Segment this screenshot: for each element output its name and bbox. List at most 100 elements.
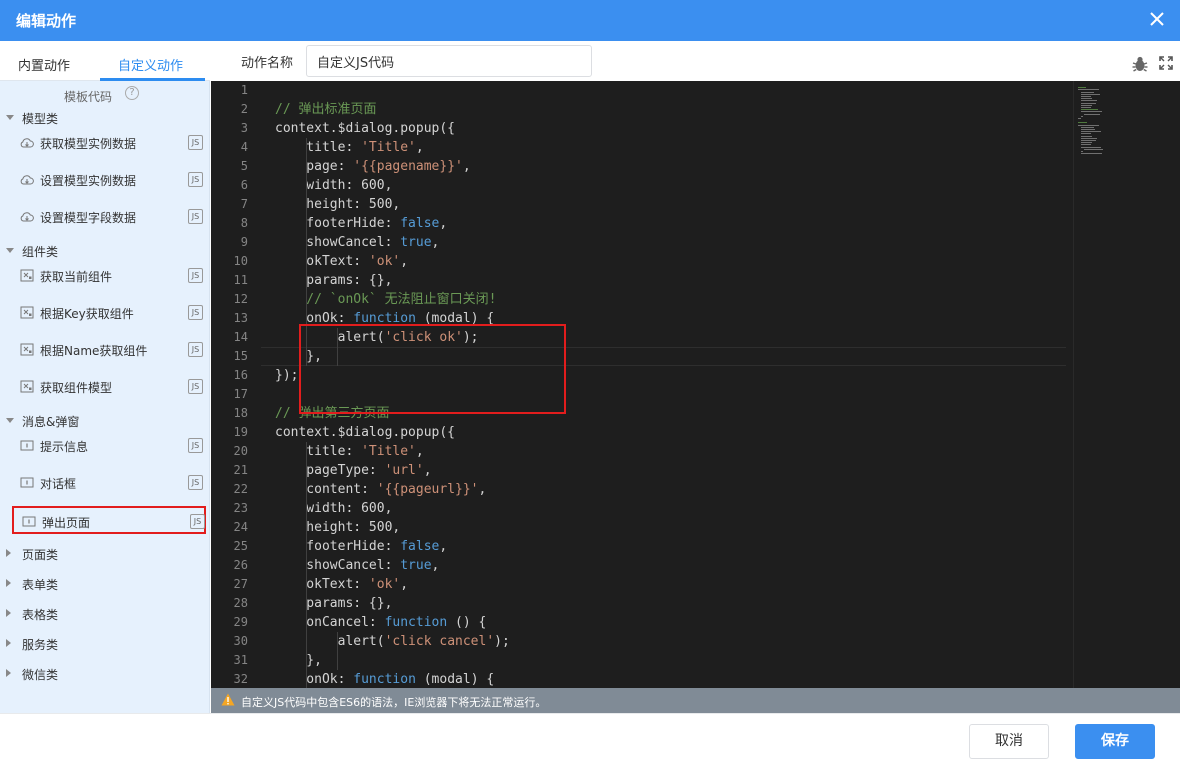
save-button[interactable]: 保存	[1075, 724, 1155, 759]
action-item[interactable]: 获取当前组件 JS	[12, 262, 206, 290]
annotation-highlight-box	[299, 324, 566, 414]
category-7[interactable]: 微信类	[0, 663, 210, 685]
line-number: 32	[233, 672, 248, 686]
line-number: 3	[240, 121, 248, 135]
category-label: 页面类	[22, 548, 59, 562]
action-item-label: 设置模型字段数据	[40, 211, 137, 225]
action-item[interactable]: 弹出页面 JS	[12, 506, 206, 534]
line-number: 12	[233, 292, 248, 306]
code-line: title: 'Title',	[275, 442, 423, 461]
js-file-icon[interactable]: JS	[188, 209, 203, 224]
code-minimap[interactable]	[1073, 81, 1180, 688]
code-line: pageType: 'url',	[275, 461, 431, 480]
line-number: 20	[233, 444, 248, 458]
dialog-header: 编辑动作	[0, 0, 1180, 41]
code-line: showCancel: true,	[275, 233, 439, 252]
code-token: params: {},	[275, 596, 393, 611]
code-line: width: 600,	[275, 176, 392, 195]
warning-bar: 自定义JS代码中包含ES6的语法，IE浏览器下将无法正常运行。	[211, 688, 1180, 713]
minimap-line	[1080, 126, 1095, 128]
code-editor[interactable]: 1 2 3 4 5 6 7 8 9 10 11 12 13 14 15 16 17 18 19 20 21 22 23 24 2…	[211, 81, 1180, 688]
js-file-icon[interactable]: JS	[190, 514, 205, 529]
template-code-label: 模板代码	[64, 90, 113, 104]
action-item[interactable]: 设置模型实例数据 JS	[12, 166, 206, 194]
code-token: footerHide:	[275, 539, 401, 554]
component-icon	[20, 380, 34, 393]
action-item[interactable]: 根据Name获取组件 JS	[12, 336, 206, 364]
code-line: },	[275, 651, 322, 670]
action-library-panel: 内置动作 自定义动作 模板代码 ? 模型类获取模型实例数据 JS 设置模型实例数据 J…	[0, 41, 210, 713]
code-token: pageType:	[275, 463, 385, 478]
code-token: 'ok'	[368, 577, 401, 592]
code-line: // `onOk` 无法阻止窗口关闭!	[275, 290, 496, 309]
action-item[interactable]: 设置模型字段数据 JS	[12, 203, 206, 231]
action-item-label: 获取当前组件	[40, 270, 113, 284]
code-token: '{{pageurl}}'	[376, 482, 479, 497]
action-item[interactable]: 提示信息 JS	[12, 432, 206, 460]
action-item[interactable]: 获取组件模型 JS	[12, 373, 206, 401]
line-number: 29	[233, 615, 248, 629]
js-file-icon[interactable]: JS	[188, 438, 203, 453]
code-line: title: 'Title',	[275, 138, 423, 157]
cancel-button[interactable]: 取消	[969, 724, 1049, 759]
action-item-label: 根据Name获取组件	[40, 344, 148, 358]
category-3[interactable]: 页面类	[0, 543, 210, 565]
category-1[interactable]: 组件类	[0, 240, 210, 262]
line-number: 9	[240, 235, 248, 249]
tab-custom-actions[interactable]: 自定义动作	[118, 55, 183, 74]
minimap-line	[1083, 113, 1100, 115]
code-token: 'ok'	[368, 254, 401, 269]
category-4[interactable]: 表单类	[0, 573, 210, 595]
action-item-label: 设置模型实例数据	[40, 174, 137, 188]
js-file-icon[interactable]: JS	[188, 475, 203, 490]
code-token: function	[384, 615, 448, 630]
cloud-icon	[20, 212, 34, 222]
category-6[interactable]: 服务类	[0, 633, 210, 655]
caret-down-icon	[6, 248, 14, 253]
code-line: footerHide: false,	[275, 214, 447, 233]
minimap-line	[1080, 98, 1092, 100]
js-file-icon[interactable]: JS	[188, 135, 203, 150]
question-icon[interactable]: ?	[125, 86, 139, 100]
bug-icon[interactable]	[1131, 55, 1149, 73]
code-token: ,	[400, 577, 409, 592]
category-0[interactable]: 模型类	[0, 107, 210, 129]
js-file-icon[interactable]: JS	[188, 172, 203, 187]
code-line: context.$dialog.popup({	[275, 119, 455, 138]
code-line: onOk: function (modal) {	[275, 670, 494, 688]
code-token: ,	[462, 159, 471, 174]
action-name-label: 动作名称	[241, 56, 294, 71]
category-2[interactable]: 消息&弹窗	[0, 410, 210, 432]
action-item-label: 对话框	[40, 477, 77, 491]
js-file-icon[interactable]: JS	[188, 305, 203, 320]
action-tabs: 内置动作 自定义动作	[0, 41, 210, 81]
action-item[interactable]: 根据Key获取组件 JS	[12, 299, 206, 327]
code-token: 'Title'	[361, 140, 416, 155]
code-token: () {	[447, 615, 487, 630]
code-token: 'click cancel'	[384, 634, 495, 649]
action-item[interactable]: 获取模型实例数据 JS	[12, 129, 206, 157]
code-token: context.$dialog.popup({	[275, 425, 456, 440]
line-number: 27	[233, 577, 248, 591]
category-label: 模型类	[22, 112, 59, 126]
code-line: footerHide: false,	[275, 537, 447, 556]
code-panel: 动作名称 12345678910111213141516171819202122…	[211, 41, 1180, 713]
line-number: 14	[233, 330, 248, 344]
code-token: // `onOk` 无法阻止窗口关闭!	[275, 292, 497, 307]
action-name-input[interactable]	[306, 45, 592, 77]
close-icon[interactable]	[1144, 6, 1170, 32]
js-file-icon[interactable]: JS	[188, 342, 203, 357]
tab-builtin-actions[interactable]: 内置动作	[18, 55, 70, 74]
message-icon	[22, 516, 36, 527]
code-token: width: 600,	[275, 501, 393, 516]
category-5[interactable]: 表格类	[0, 603, 210, 625]
code-line: page: '{{pagename}}',	[275, 157, 471, 176]
action-item[interactable]: 对话框 JS	[12, 469, 206, 497]
line-number: 13	[233, 311, 248, 325]
category-label: 消息&弹窗	[22, 415, 80, 429]
minimap-line	[1080, 91, 1095, 93]
js-file-icon[interactable]: JS	[188, 379, 203, 394]
fullscreen-icon[interactable]	[1159, 56, 1173, 70]
js-file-icon[interactable]: JS	[188, 268, 203, 283]
cloud-icon	[20, 138, 34, 148]
